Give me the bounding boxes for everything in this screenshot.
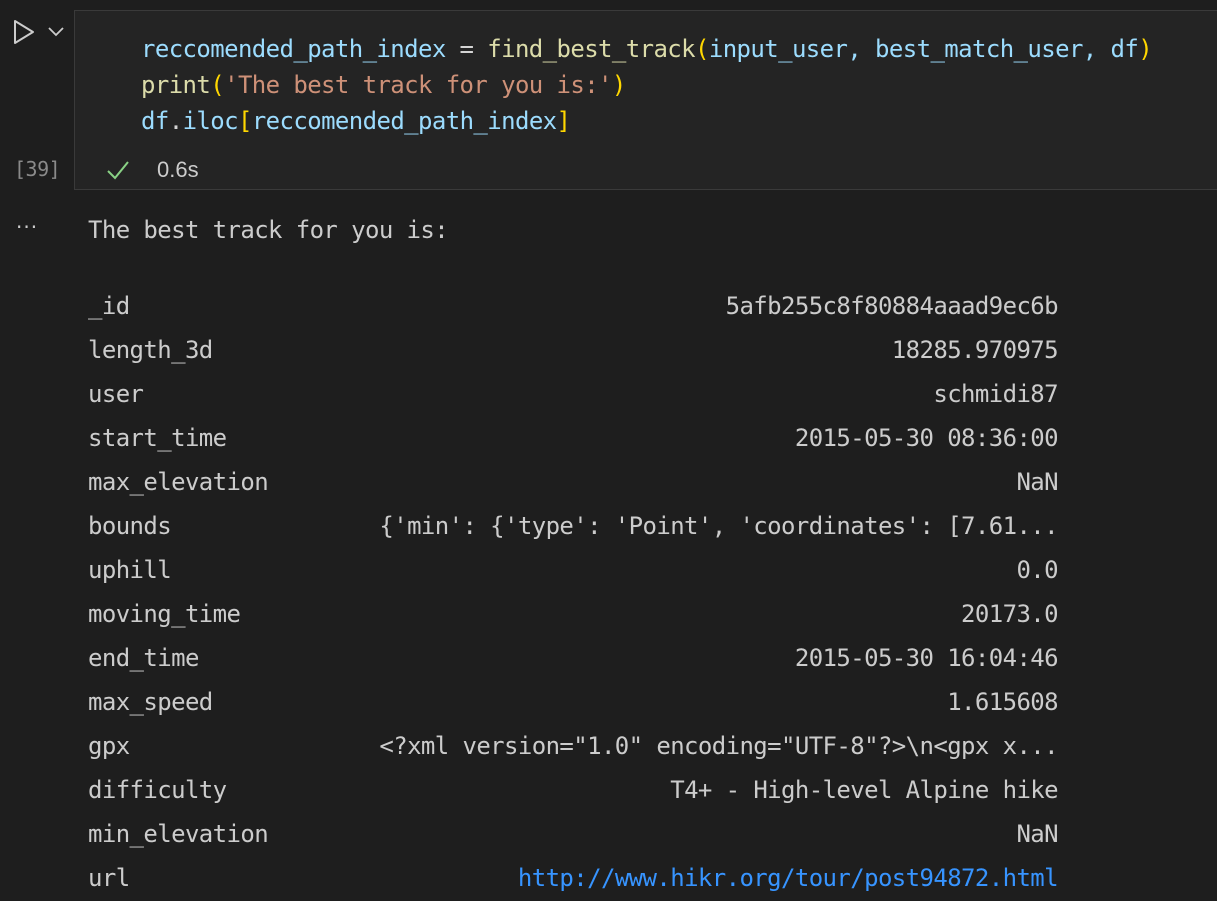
series-row: length_3d 18285.970975 <box>88 328 1059 372</box>
series-value: 5afb255c8f80884aaad9ec6b <box>725 292 1059 320</box>
url-link[interactable]: http://www.hikr.org/tour/post94872.html <box>518 864 1059 892</box>
series-value: 18285.970975 <box>891 336 1059 364</box>
code-token: iloc <box>182 107 239 135</box>
execution-status: 0.6s <box>105 157 199 183</box>
code-token: . <box>168 107 183 135</box>
series-value: NaN <box>1016 468 1058 496</box>
series-key: min_elevation <box>88 820 269 848</box>
code-token: [ <box>237 107 252 135</box>
code-token: input_user, best_match_user, df <box>708 35 1139 63</box>
code-token: find_best_track <box>487 35 695 63</box>
code-token: = <box>445 35 488 63</box>
series-key: max_speed <box>88 688 213 716</box>
code-token: reccomended_path_index <box>251 107 557 135</box>
series-key: max_elevation <box>88 468 269 496</box>
series-value: http://www.hikr.org/tour/post94872.html <box>518 856 1059 900</box>
series-value: NaN <box>1016 820 1058 848</box>
series-row: max_elevation NaN <box>88 460 1059 504</box>
series-row: moving_time 20173.0 <box>88 592 1059 636</box>
series-row: start_time 2015-05-30 08:36:00 <box>88 416 1059 460</box>
series-row: gpx <?xml version="1.0" encoding="UTF-8"?… <box>88 724 1059 768</box>
code-token: ( <box>210 71 225 99</box>
series-value: 1.615608 <box>947 688 1058 716</box>
series-key: bounds <box>88 512 172 540</box>
code-cell[interactable]: reccomended_path_index = find_best_track… <box>74 10 1217 190</box>
code-token: ] <box>556 107 571 135</box>
code-line: df.iloc[reccomended_path_index] <box>141 103 1152 139</box>
series-value: 20173.0 <box>961 600 1059 628</box>
series-value: schmidi87 <box>933 380 1058 408</box>
series-key: start_time <box>88 424 227 452</box>
series-row: max_speed 1.615608 <box>88 680 1059 724</box>
notebook-page: [39] reccomended_path_index = find_best_… <box>0 0 1217 901</box>
series-key: _id <box>88 292 130 320</box>
series-row: bounds {'min': {'type': 'Point', 'coordin… <box>88 504 1059 548</box>
series-value: {'min': {'type': 'Point', 'coordinates':… <box>379 512 1058 540</box>
series-key: difficulty <box>88 776 227 804</box>
execution-count: [39] <box>14 157 61 181</box>
code-line: reccomended_path_index = find_best_track… <box>141 31 1153 67</box>
series-key: uphill <box>88 556 172 584</box>
chevron-down-icon <box>48 27 64 37</box>
series-key: url <box>88 864 130 892</box>
code-token: 'The best track for you is:' <box>224 71 612 99</box>
check-icon <box>107 161 129 180</box>
play-icon <box>14 20 34 44</box>
series-row: uphill 0.0 <box>88 548 1059 592</box>
run-cell-button[interactable] <box>10 18 38 46</box>
series-key: length_3d <box>88 336 213 364</box>
series-value: 2015-05-30 16:04:46 <box>794 644 1059 672</box>
code-token: ) <box>1138 35 1153 63</box>
series-row: min_elevation NaN <box>88 812 1059 856</box>
code-editor[interactable]: reccomended_path_index = find_best_track… <box>141 31 1153 139</box>
series-key: gpx <box>88 732 130 760</box>
series-value: 2015-05-30 08:36:00 <box>794 424 1059 452</box>
series-key: moving_time <box>88 600 241 628</box>
print-output: The best track for you is: <box>88 216 449 244</box>
series-row: end_time 2015-05-30 16:04:46 <box>88 636 1059 680</box>
series-key: user <box>88 380 144 408</box>
code-token: df <box>141 107 169 135</box>
series-row: difficulty T4+ - High-level Alpine hike <box>88 768 1059 812</box>
run-options-button[interactable] <box>46 20 66 42</box>
code-token: ( <box>695 35 709 63</box>
code-token: ) <box>611 71 626 99</box>
code-token: print <box>141 71 211 99</box>
series-row: user schmidi87 <box>88 372 1059 416</box>
series-value: <?xml version="1.0" encoding="UTF-8"?>\n… <box>379 732 1058 760</box>
series-row: _id 5afb255c8f80884aaad9ec6b <box>88 284 1059 328</box>
series-key: end_time <box>88 644 199 672</box>
ellipsis-icon[interactable]: ··· <box>16 215 38 239</box>
series-row: url http://www.hikr.org/tour/post94872.ht… <box>88 856 1059 900</box>
series-value: 0.0 <box>1016 556 1058 584</box>
series-value: T4+ - High-level Alpine hike <box>670 776 1058 804</box>
series-output: _id 5afb255c8f80884aaad9ec6b length_3d 1828… <box>88 284 1059 900</box>
code-line: print('The best track for you is:') <box>141 67 1152 103</box>
code-token: reccomended_path_index <box>141 35 446 63</box>
execution-duration: 0.6s <box>157 157 199 182</box>
